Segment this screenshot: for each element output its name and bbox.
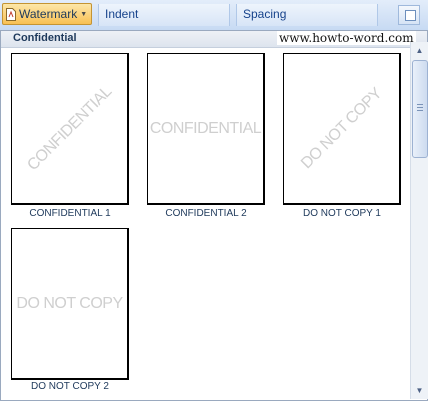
category-title: Confidential [13,32,77,44]
dialog-launcher-icon[interactable] [398,5,420,25]
indent-group[interactable]: Indent [98,4,230,26]
spacing-group-label: Spacing [243,7,287,21]
scroll-grip-icon [417,104,423,112]
watermark-preview-text: CONFIDENTIAL [23,82,115,174]
gallery-item-confidential-2[interactable]: CONFIDENTIAL [147,53,265,205]
watermark-preview-text: CONFIDENTIAL [149,119,262,137]
vertical-scrollbar[interactable]: ▲ ▼ [410,42,428,399]
watermark-preview-text: DO NOT COPY [297,84,385,172]
watermark-preview-text: DO NOT COPY [16,294,123,312]
ribbon-strip: Watermark ▼ Indent Spacing [0,0,428,31]
site-url-overlay: www.howto-word.com [277,31,416,45]
gallery-item-confidential-1[interactable]: CONFIDENTIAL [11,53,129,205]
watermark-button-label: Watermark [19,7,78,21]
indent-group-label: Indent [105,7,139,21]
gallery-item-label[interactable]: DO NOT COPY 2 [5,381,135,392]
scroll-up-arrow-icon[interactable]: ▲ [412,43,427,58]
gallery-item-do-not-copy-2[interactable]: DO NOT COPY [11,228,129,380]
caret-down-icon: ▼ [80,10,88,18]
spacing-group[interactable]: Spacing [236,4,378,26]
watermark-gallery: Confidential www.howto-word.com CONFIDEN… [0,30,428,401]
gallery-item-do-not-copy-1[interactable]: DO NOT COPY [283,53,401,205]
page-watermark-icon [6,7,16,21]
watermark-button[interactable]: Watermark ▼ [2,3,92,25]
scroll-down-arrow-icon[interactable]: ▼ [412,383,427,398]
gallery-item-label[interactable]: CONFIDENTIAL 2 [141,208,271,219]
gallery-item-label[interactable]: CONFIDENTIAL 1 [5,208,135,219]
gallery-item-label[interactable]: DO NOT COPY 1 [277,208,407,219]
scrollbar-thumb[interactable] [412,60,428,158]
